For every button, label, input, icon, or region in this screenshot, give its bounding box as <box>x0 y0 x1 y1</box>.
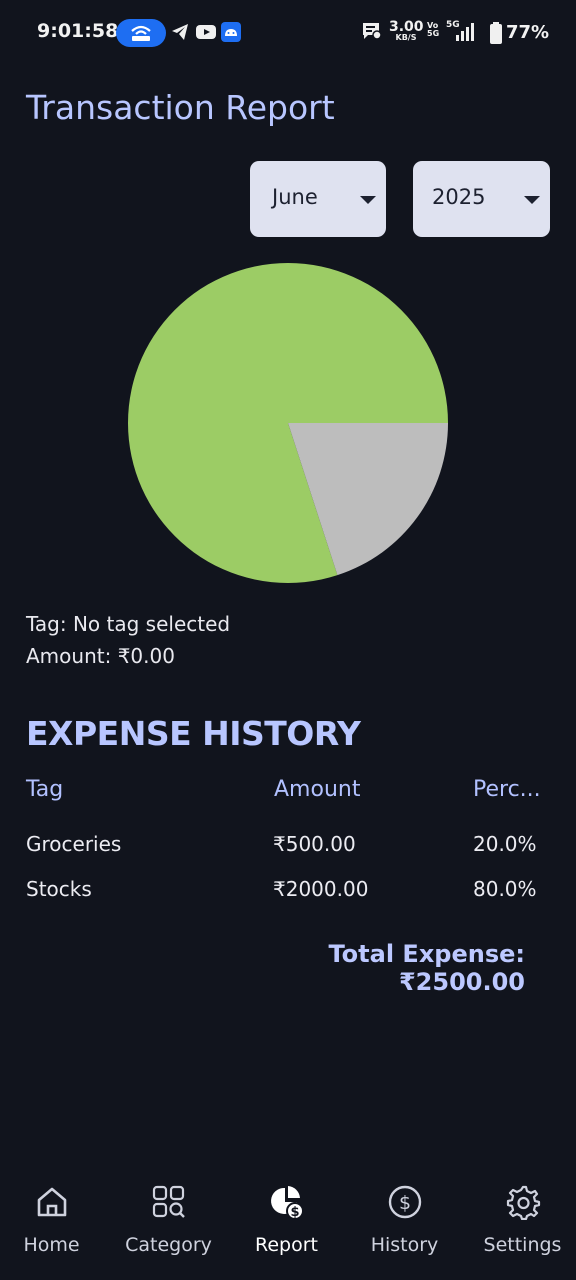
status-time: 9:01:58 <box>37 20 119 42</box>
android-app-icon <box>221 22 241 42</box>
row-percent: 20.0% <box>473 832 537 856</box>
nav-category[interactable]: Category <box>111 1160 226 1280</box>
pie-chart[interactable] <box>126 261 450 585</box>
volte-indicator: Vo 5G <box>427 21 440 39</box>
bottom-nav: Home Category $ Report $ History Setting… <box>0 1160 576 1280</box>
home-icon <box>37 1187 66 1217</box>
youtube-icon <box>196 25 216 39</box>
nav-category-label: Category <box>125 1234 212 1256</box>
net-speed: 3.00 KB/S <box>389 19 424 42</box>
battery-level: 77% <box>506 22 550 43</box>
nav-settings[interactable]: Settings <box>465 1160 576 1280</box>
nav-home-label: Home <box>23 1234 80 1256</box>
nav-report[interactable]: $ Report <box>229 1160 344 1280</box>
dollar-circle-icon: $ <box>388 1185 421 1219</box>
expense-history-title: EXPENSE HISTORY <box>26 714 361 753</box>
year-dropdown[interactable]: 2025 <box>413 161 550 237</box>
category-search-icon <box>152 1185 185 1218</box>
nav-history-label: History <box>370 1234 439 1256</box>
status-bar: 9:01:58 3.00 KB/S Vo 5G 5G 77% <box>0 0 576 66</box>
nav-settings-label: Settings <box>483 1234 562 1256</box>
gear-icon <box>506 1185 540 1220</box>
chevron-down-icon <box>360 196 376 204</box>
message-settings-icon <box>363 23 382 40</box>
battery-icon <box>490 22 502 44</box>
hotspot-icon <box>131 25 151 41</box>
report-pie-dollar-icon: $ <box>270 1186 304 1220</box>
nav-report-label: Report <box>255 1234 318 1256</box>
row-amount: ₹500.00 <box>273 832 356 856</box>
signal-icon <box>456 23 474 41</box>
page-title: Transaction Report <box>26 88 335 127</box>
telegram-icon <box>172 24 188 40</box>
hotspot-pill <box>116 19 166 47</box>
nav-home[interactable]: Home <box>0 1160 109 1280</box>
svg-text:$: $ <box>398 1192 410 1214</box>
column-header-amount: Amount <box>274 777 361 802</box>
selected-amount-text: Amount: ₹0.00 <box>26 644 175 668</box>
year-value: 2025 <box>432 185 486 209</box>
selected-tag-text: Tag: No tag selected <box>26 612 231 636</box>
row-tag: Stocks <box>26 877 92 901</box>
row-percent: 80.0% <box>473 877 537 901</box>
total-expense: Total Expense: ₹2500.00 <box>328 940 526 996</box>
month-dropdown[interactable]: June <box>250 161 386 237</box>
row-tag: Groceries <box>26 832 122 856</box>
row-amount: ₹2000.00 <box>273 877 369 901</box>
nav-history[interactable]: $ History <box>347 1160 462 1280</box>
svg-text:$: $ <box>290 1205 299 1220</box>
chevron-down-icon <box>524 196 540 204</box>
month-value: June <box>272 185 318 209</box>
column-header-tag: Tag <box>26 777 64 802</box>
column-header-percent: Perc... <box>473 777 541 802</box>
